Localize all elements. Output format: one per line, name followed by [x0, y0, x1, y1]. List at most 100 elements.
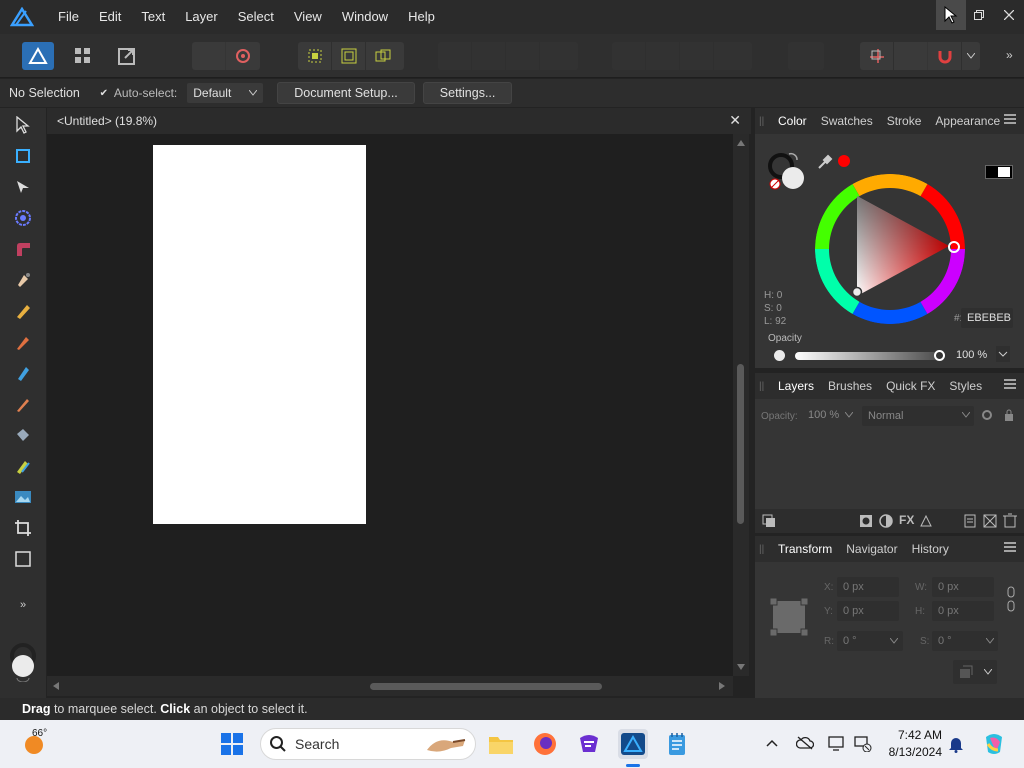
picked-color-swatch[interactable] [838, 155, 850, 167]
canvas-area[interactable] [47, 134, 733, 676]
bw-swatch-toggle[interactable] [985, 165, 1013, 179]
arrange-button-2[interactable] [472, 42, 506, 70]
eyedropper-icon[interactable] [817, 152, 835, 170]
layer-stack-icon[interactable] [762, 514, 776, 528]
toolbar-button-1[interactable] [192, 42, 226, 70]
chevron-down-icon[interactable] [890, 638, 898, 644]
select-link-button[interactable] [366, 42, 400, 70]
notification-bell-icon[interactable] [948, 736, 964, 753]
color-wheel[interactable] [813, 172, 967, 326]
tab-color[interactable]: Color [771, 114, 814, 128]
scroll-down-icon[interactable] [737, 664, 745, 670]
select-grid-button[interactable] [332, 42, 366, 70]
chevron-down-icon[interactable] [986, 638, 994, 644]
boolean-button[interactable] [788, 42, 822, 70]
minimize-button[interactable] [936, 0, 966, 30]
panel-grip-icon[interactable]: || [759, 544, 771, 555]
menu-window[interactable]: Window [332, 0, 398, 34]
tab-quick-fx[interactable]: Quick FX [879, 379, 942, 393]
scroll-right-icon[interactable] [719, 682, 725, 690]
fx-icon[interactable]: FX [899, 513, 914, 527]
cloud-offline-icon[interactable] [796, 736, 814, 750]
tab-transform[interactable]: Transform [771, 542, 839, 556]
network-icon[interactable] [854, 736, 872, 752]
display-icon[interactable] [828, 736, 846, 752]
pixel-persona-button[interactable] [66, 42, 100, 70]
menu-view[interactable]: View [284, 0, 332, 34]
w-input[interactable]: 0 px [932, 577, 994, 597]
scroll-left-icon[interactable] [53, 682, 59, 690]
gear-snap-button[interactable] [226, 42, 260, 70]
restore-button[interactable] [964, 0, 994, 30]
snapping-dropdown[interactable] [962, 42, 980, 70]
align-button-1[interactable] [612, 42, 646, 70]
toolbar-overflow-icon[interactable]: » [1006, 48, 1013, 62]
node-tool[interactable] [11, 175, 35, 199]
opacity-dropdown-icon[interactable] [996, 346, 1010, 362]
scroll-up-icon[interactable] [737, 140, 745, 146]
align-button-4[interactable] [714, 42, 748, 70]
trash-icon[interactable] [1003, 513, 1017, 528]
arrange-button-1[interactable] [438, 42, 472, 70]
horizontal-scrollbar[interactable] [47, 676, 733, 696]
designer-persona-button[interactable] [22, 42, 54, 70]
app-taskbar-icon[interactable] [575, 730, 603, 758]
panel-menu-icon[interactable] [1004, 378, 1016, 390]
opacity-slider-handle[interactable] [934, 350, 945, 361]
adjustment-icon[interactable] [879, 514, 893, 528]
clock-date[interactable]: 8/13/2024 [880, 745, 942, 759]
pencil-tool[interactable] [11, 299, 35, 323]
y-input[interactable]: 0 px [837, 601, 899, 621]
tab-history[interactable]: History [905, 542, 956, 556]
move-tool[interactable] [11, 113, 35, 137]
link-proportions-icon[interactable] [1007, 586, 1015, 612]
taskbar-search-box[interactable]: Search [260, 728, 476, 760]
tab-brushes[interactable]: Brushes [821, 379, 879, 393]
x-input[interactable]: 0 px [837, 577, 899, 597]
menu-help[interactable]: Help [398, 0, 445, 34]
settings-button[interactable]: Settings... [422, 82, 513, 104]
chevron-up-icon[interactable] [766, 739, 778, 747]
menu-layer[interactable]: Layer [175, 0, 228, 34]
tab-appearance[interactable]: Appearance [928, 114, 1007, 128]
file-explorer-taskbar-icon[interactable] [487, 730, 515, 758]
align-button-2[interactable] [646, 42, 680, 70]
arrange-button-3[interactable] [506, 42, 540, 70]
anchor-point-icon[interactable] [770, 598, 808, 636]
clock-time[interactable]: 7:42 AM [880, 728, 942, 742]
close-document-icon[interactable]: ✕ [729, 112, 741, 129]
menu-text[interactable]: Text [131, 0, 175, 34]
more-tools-button[interactable]: » [11, 593, 35, 617]
guides-button[interactable] [860, 42, 894, 70]
opacity-slider[interactable] [795, 352, 941, 360]
tab-styles[interactable]: Styles [942, 379, 989, 393]
transparency-tool[interactable] [11, 423, 35, 447]
opacity-value[interactable]: 100 % [956, 349, 987, 361]
vertical-scroll-thumb[interactable] [737, 364, 744, 524]
vector-brush-tool[interactable] [11, 330, 35, 354]
crop-tool[interactable] [11, 516, 35, 540]
menu-select[interactable]: Select [228, 0, 284, 34]
export-persona-button[interactable] [110, 42, 144, 70]
add-layer-icon[interactable] [963, 514, 977, 528]
transform-origin-dropdown[interactable] [953, 660, 997, 684]
hex-input[interactable]: EBEBEB [961, 308, 1013, 328]
copilot-taskbar-icon[interactable] [980, 730, 1008, 758]
arrange-button-4[interactable] [540, 42, 574, 70]
layer-opacity-value[interactable]: 100 % [808, 409, 839, 421]
mask-icon[interactable] [859, 514, 873, 528]
blend-mode-dropdown[interactable]: Normal [862, 406, 974, 426]
autoselect-dropdown[interactable]: Default [187, 83, 264, 103]
document-tab[interactable]: <Untitled> (19.8%) ✕ [47, 108, 751, 134]
panel-menu-icon[interactable] [1004, 113, 1016, 125]
h-input[interactable]: 0 px [932, 601, 994, 621]
tab-swatches[interactable]: Swatches [814, 114, 880, 128]
fill-stroke-swatch[interactable] [9, 642, 37, 682]
fill-stroke-icon[interactable] [767, 152, 807, 192]
grid-button[interactable] [894, 42, 928, 70]
group-layers-icon[interactable] [983, 514, 997, 528]
notepad-taskbar-icon[interactable] [663, 730, 691, 758]
corner-tool[interactable] [11, 237, 35, 261]
artboard-tool[interactable] [11, 144, 35, 168]
menu-file[interactable]: File [48, 0, 89, 34]
